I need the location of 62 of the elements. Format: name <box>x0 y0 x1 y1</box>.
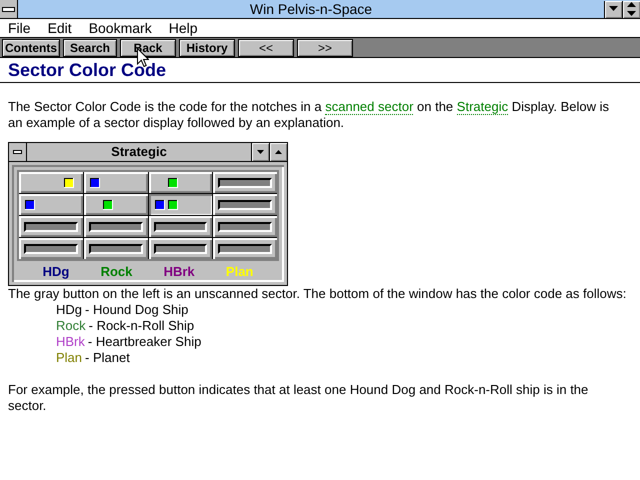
minimize-button[interactable] <box>251 143 269 161</box>
maximize-button[interactable] <box>269 143 287 161</box>
color-code: HBrk <box>56 334 85 349</box>
window-title: Strategic <box>110 144 168 160</box>
unscanned-slot <box>218 222 272 232</box>
code-meaning: - Hound Dog Ship <box>85 302 188 317</box>
toolbar-button[interactable]: History <box>179 38 235 56</box>
unscanned-slot <box>24 244 78 254</box>
unscanned-slot <box>24 222 78 232</box>
caret-up-icon <box>275 150 282 154</box>
sector-button[interactable] <box>213 172 277 193</box>
sector-button[interactable] <box>19 238 83 259</box>
window-title: Win Pelvis-n-Space <box>248 1 374 17</box>
unscanned-slot <box>88 222 142 232</box>
toolbar-button[interactable]: Contents <box>2 38 60 56</box>
example-paragraph: For example, the pressed button indicates that at least one Hound Dog and Rock-n-Roll ship is in the sector. <box>8 381 590 414</box>
legend-label: Rock <box>100 264 132 280</box>
sector-button[interactable] <box>213 238 277 259</box>
explanation-text: The gray button on the left is an unscanned sector. The bottom of the window has the color code as follows: <box>8 286 628 302</box>
sector-button[interactable] <box>213 216 277 237</box>
intro-paragraph: The Sector Color Code is the code for the notches in a scanned sector on the Strategic Display. Below is an example of a sector display followed by an explanation. <box>8 98 610 131</box>
color-code: Rock <box>56 318 86 333</box>
minimize-button[interactable] <box>604 0 622 18</box>
unscanned-slot <box>154 222 208 232</box>
topic-link[interactable]: scanned sector <box>325 99 414 115</box>
sector-button[interactable] <box>148 172 212 193</box>
sector-button[interactable] <box>84 238 148 259</box>
toolbar-button[interactable]: Search <box>63 38 117 56</box>
unscanned-slot <box>218 200 272 210</box>
color-code: Plan <box>56 350 82 365</box>
legend-label: HBrk <box>164 264 195 280</box>
legend-label: Plan <box>226 264 254 280</box>
menu-item[interactable]: Edit <box>48 20 72 36</box>
menu-item[interactable]: Bookmark <box>88 20 152 36</box>
legend-label: HDg <box>42 264 70 280</box>
sector-button[interactable] <box>84 216 148 237</box>
sector-button[interactable] <box>19 194 83 215</box>
sector-button[interactable] <box>84 194 148 215</box>
sector-button[interactable] <box>148 216 212 237</box>
caret-down-icon <box>257 150 264 154</box>
code-meaning: - Heartbreaker Ship <box>88 334 202 349</box>
restore-button[interactable] <box>622 0 640 18</box>
caret-down-icon <box>609 6 618 12</box>
toolbar-button[interactable]: << <box>238 38 294 56</box>
topic-heading: Sector Color Code <box>0 58 640 83</box>
sector-button[interactable] <box>148 238 212 259</box>
sector-button[interactable] <box>84 172 148 193</box>
unscanned-slot <box>218 178 272 188</box>
sector-button[interactable] <box>213 194 277 215</box>
unscanned-slot <box>218 244 272 254</box>
system-menu-button[interactable] <box>0 0 18 18</box>
color-code: HDg <box>56 302 82 317</box>
code-meaning: - Planet <box>85 350 130 365</box>
toolbar-button[interactable]: >> <box>297 38 353 56</box>
menu-item[interactable]: Help <box>168 20 198 36</box>
unscanned-slot <box>154 244 208 254</box>
topic-link[interactable]: Strategic <box>456 99 508 115</box>
menu-item[interactable]: File <box>8 20 31 36</box>
sector-button[interactable] <box>19 216 83 237</box>
unscanned-slot <box>88 244 142 254</box>
sector-button[interactable] <box>148 194 212 215</box>
code-meaning: - Rock-n-Roll Ship <box>88 318 194 333</box>
